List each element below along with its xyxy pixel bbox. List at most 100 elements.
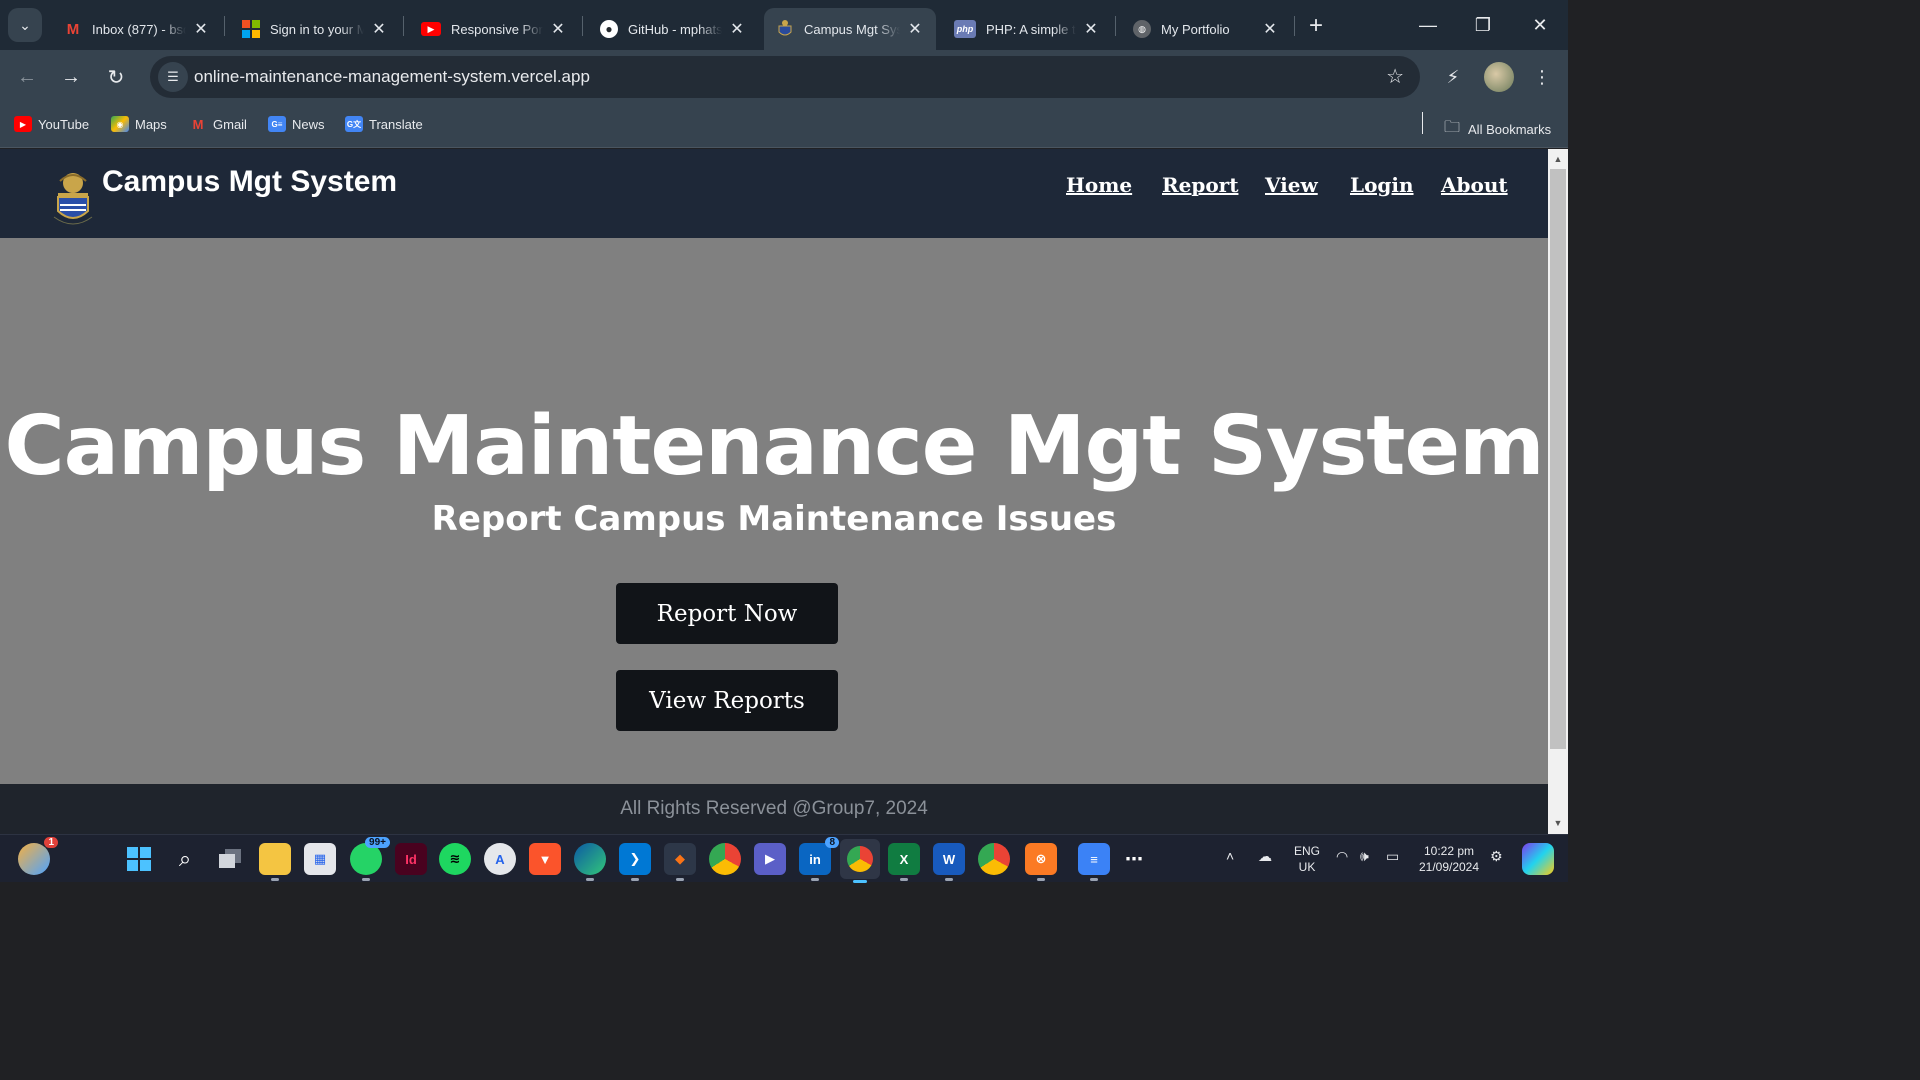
bookmark-star-icon[interactable]: ☆ — [1386, 64, 1404, 89]
page-scrollbar[interactable]: ▲ ▼ — [1548, 149, 1568, 834]
copilot-icon[interactable]: ▶ — [754, 843, 786, 875]
whatsapp-icon[interactable]: 99+ — [350, 837, 390, 881]
bookmark-youtube[interactable]: ▶ YouTube — [14, 116, 89, 132]
chrome-icon — [847, 846, 873, 872]
address-bar[interactable]: ☰ online-maintenance-management-system.v… — [150, 56, 1420, 98]
report-now-button[interactable]: Report Now — [616, 583, 838, 644]
close-icon[interactable]: ✕ — [370, 19, 388, 39]
close-icon[interactable]: ✕ — [728, 19, 746, 39]
language-indicator[interactable]: ENG UK — [1290, 843, 1324, 875]
bookmark-translate[interactable]: G文 Translate — [345, 116, 423, 132]
tab-gmail[interactable]: M Inbox (877) - bsc ✕ — [52, 8, 222, 50]
clock[interactable]: 10:22 pm 21/09/2024 — [1416, 843, 1482, 875]
browser-window: ⌄ M Inbox (877) - bsc ✕ Sign in to your … — [0, 0, 1568, 883]
tab-title: Inbox (877) - bsc — [92, 21, 186, 37]
nav-report-link[interactable]: Report — [1162, 173, 1238, 197]
notepad-icon[interactable]: ≡ — [1078, 843, 1110, 881]
restore-button[interactable]: ❐ — [1468, 10, 1498, 40]
tab-microsoft[interactable]: Sign in to your M ✕ — [230, 8, 400, 50]
nav-about-link[interactable]: About — [1441, 173, 1508, 197]
search-icon[interactable]: ⌕ — [169, 843, 201, 875]
chrome-active-icon[interactable] — [840, 839, 880, 883]
university-logo[interactable] — [50, 167, 96, 229]
bookmark-label: Gmail — [213, 116, 247, 132]
bookmark-gmail[interactable]: M Gmail — [189, 116, 247, 132]
running-indicator — [362, 878, 370, 881]
tab-campus-mgt[interactable]: Campus Mgt Sys ✕ — [764, 8, 936, 50]
git-icon[interactable]: ◆ — [664, 843, 696, 881]
youtube-icon: ▶ — [14, 116, 32, 132]
browser-menu-button[interactable]: ⋮ — [1527, 62, 1557, 92]
bookmark-maps[interactable]: ◉ Maps — [111, 116, 167, 132]
tab-divider — [1294, 16, 1295, 36]
folder-icon: 🗀 — [1444, 119, 1461, 136]
tab-php[interactable]: php PHP: A simple tu ✕ — [942, 8, 1112, 50]
microsoft-store-icon[interactable]: ▦ — [304, 843, 336, 875]
running-indicator — [900, 878, 908, 881]
linkedin-badge: 8 — [825, 837, 839, 848]
windows-start-icon[interactable] — [123, 843, 155, 875]
forward-button[interactable]: → — [56, 62, 86, 92]
more-apps-icon[interactable]: ⋯ — [1118, 843, 1150, 875]
onedrive-icon[interactable]: ☁ — [1258, 848, 1272, 864]
copilot-tray-icon[interactable] — [1522, 843, 1554, 875]
linkedin-icon[interactable]: in 8 — [799, 837, 839, 881]
scroll-down-icon[interactable]: ▼ — [1552, 817, 1564, 829]
battery-icon[interactable]: ▭ — [1386, 848, 1399, 864]
close-icon[interactable]: ✕ — [906, 19, 924, 39]
close-icon[interactable]: ✕ — [549, 19, 567, 39]
window-close-button[interactable]: ✕ — [1525, 10, 1555, 40]
minimize-button[interactable]: — — [1413, 10, 1443, 40]
profile-avatar[interactable] — [1484, 62, 1514, 92]
running-indicator — [811, 878, 819, 881]
spotify-icon[interactable]: ≋ — [439, 843, 471, 875]
brave-browser-icon[interactable]: ▼ — [529, 843, 561, 875]
new-tab-button[interactable]: + — [1302, 12, 1330, 40]
vscode-icon[interactable]: ❯ — [619, 843, 651, 881]
site-title[interactable]: Campus Mgt System — [102, 165, 397, 199]
wifi-icon[interactable]: ◠ — [1336, 848, 1348, 864]
nav-view-link[interactable]: View — [1265, 173, 1318, 197]
tab-portfolio[interactable]: ◍ My Portfolio ✕ — [1121, 8, 1291, 50]
site-info-button[interactable]: ☰ — [158, 62, 188, 92]
running-indicator — [676, 878, 684, 881]
translate-icon: G文 — [345, 116, 363, 132]
chrome-profile-icon[interactable] — [978, 843, 1010, 875]
tab-search-button[interactable]: ⌄ — [8, 8, 42, 42]
tab-divider — [1115, 16, 1116, 36]
chrome-icon[interactable] — [709, 843, 741, 875]
xampp-icon[interactable]: ⊗ — [1025, 843, 1057, 881]
scrollbar-thumb[interactable] — [1550, 169, 1566, 749]
performance-button[interactable]: ⚡ — [1438, 62, 1468, 92]
excel-icon[interactable]: X — [888, 843, 920, 881]
all-bookmarks[interactable]: 🗀 All Bookmarks — [1444, 116, 1551, 143]
app-store-icon[interactable]: A — [484, 843, 516, 875]
indesign-icon[interactable]: Id — [395, 843, 427, 875]
view-reports-button[interactable]: View Reports — [616, 670, 838, 731]
close-icon[interactable]: ✕ — [192, 19, 210, 39]
word-icon[interactable]: W — [933, 843, 965, 881]
close-icon[interactable]: ✕ — [1082, 19, 1100, 39]
close-icon[interactable]: ✕ — [1261, 19, 1279, 39]
nav-login-link[interactable]: Login — [1350, 173, 1414, 197]
url-text[interactable]: online-maintenance-management-system.ver… — [194, 67, 590, 87]
more-vertical-icon: ⋮ — [1533, 66, 1551, 87]
weather-widget-icon[interactable]: 1 — [18, 837, 58, 875]
youtube-icon: ▶ — [421, 22, 441, 36]
file-explorer-icon[interactable] — [259, 843, 291, 881]
settings-gear-icon[interactable]: ⚙ — [1490, 848, 1503, 864]
reload-button[interactable]: ↻ — [101, 62, 131, 92]
task-view-icon[interactable] — [214, 843, 246, 875]
edge-browser-icon[interactable] — [574, 843, 606, 881]
chevron-up-icon[interactable]: ˄ — [1226, 848, 1234, 864]
clock-date: 21/09/2024 — [1418, 860, 1480, 874]
bookmark-news[interactable]: G≡ News — [268, 116, 325, 132]
bookmark-label: Maps — [135, 116, 167, 132]
scroll-up-icon[interactable]: ▲ — [1552, 153, 1564, 165]
nav-home-link[interactable]: Home — [1066, 173, 1132, 197]
bookmarks-divider — [1422, 112, 1423, 134]
tab-youtube[interactable]: ▶ Responsive Portf ✕ — [409, 8, 579, 50]
tab-github[interactable]: ● GitHub - mphats ✕ — [588, 8, 758, 50]
back-button[interactable]: ← — [12, 62, 42, 92]
volume-icon[interactable]: 🕪 — [1360, 848, 1369, 864]
